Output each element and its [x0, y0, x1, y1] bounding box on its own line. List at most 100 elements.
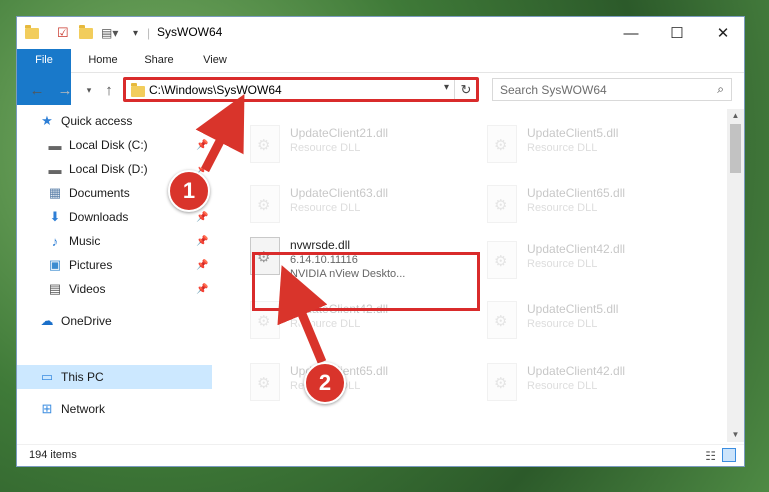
nav-quick-access[interactable]: ★ Quick access [39, 109, 234, 133]
step-2-badge: 2 [304, 362, 346, 404]
file-description: Resource DLL [527, 142, 598, 154]
dll-file-icon [250, 363, 280, 401]
file-description: Resource DLL [290, 318, 361, 330]
forward-arrow-icon[interactable]: → [55, 81, 75, 99]
large-icons-view-icon[interactable] [722, 448, 736, 462]
new-folder-icon[interactable] [79, 24, 93, 42]
nav-label: Videos [69, 282, 106, 296]
dll-file-icon [487, 125, 517, 163]
vertical-scrollbar[interactable]: ▲ ▼ [727, 109, 744, 442]
step-1-badge: 1 [168, 170, 210, 212]
file-description: Resource DLL [527, 380, 598, 392]
dll-file-icon [487, 185, 517, 223]
file-description: Resource DLL [527, 258, 598, 270]
file-name: UpdateClient42.dll [527, 364, 626, 378]
file-item[interactable]: UpdateClient65.dll Resource DLL [238, 355, 458, 411]
pin-icon: 📌 [196, 211, 209, 223]
details-view-icon[interactable]: ☷ [705, 449, 716, 463]
file-name: UpdateClient5.dll [527, 126, 619, 140]
explorer-window: ☑ ▤▾ ▾ | SysWOW64 — ☐ ✕ File Home Share … [16, 16, 745, 467]
properties-icon[interactable]: ☑ [57, 24, 69, 42]
pin-icon: 📌 [196, 139, 209, 151]
nav-this-pc[interactable]: ▭ This PC [17, 365, 212, 389]
recent-locations-icon[interactable]: ▾ [79, 81, 99, 99]
maximize-button[interactable]: ☐ [654, 17, 700, 49]
file-item[interactable]: UpdateClient65.dll Resource DLL [475, 177, 695, 233]
file-name: UpdateClient42.dll [527, 242, 626, 256]
nav-label: Downloads [69, 210, 129, 224]
close-button[interactable]: ✕ [700, 17, 746, 49]
nav-label: Quick access [61, 114, 133, 128]
nav-label: Music [69, 234, 101, 248]
file-name: UpdateClient63.dll [290, 186, 389, 200]
navigation-pane: ★ Quick access ▬ Local Disk (C:) 📌 ▬ Loc… [17, 109, 212, 442]
customize-toolbar-icon[interactable]: ▤▾ [101, 24, 118, 42]
nav-label: Pictures [69, 258, 113, 272]
music-icon: ♪ [51, 233, 59, 249]
videos-icon: ▤ [48, 281, 62, 296]
tab-view[interactable]: View [191, 49, 239, 72]
file-list: UpdateClient21.dll Resource DLL UpdateCl… [212, 109, 727, 442]
dll-file-icon [250, 125, 280, 163]
nav-network[interactable]: ⊞ Network [17, 397, 212, 421]
search-icon: ⌕ [717, 82, 724, 96]
scroll-down-icon[interactable]: ▼ [727, 428, 744, 442]
file-item[interactable]: UpdateClient42.dll Resource DLL [475, 355, 695, 411]
file-highlight-box [252, 252, 480, 311]
file-item[interactable]: UpdateClient5.dll Resource DLL [475, 117, 695, 173]
search-input[interactable]: Search SysWOW64 ⌕ [492, 78, 732, 101]
search-placeholder: Search SysWOW64 [500, 83, 607, 97]
download-icon: ⬇ [49, 209, 61, 224]
pictures-icon: ▣ [48, 257, 62, 272]
back-arrow-icon[interactable]: ← [27, 81, 47, 99]
nav-label: Network [61, 402, 106, 416]
file-item[interactable]: UpdateClient21.dll Resource DLL [238, 117, 458, 173]
drive-icon: ▬ [48, 137, 62, 153]
scroll-thumb[interactable] [730, 124, 741, 173]
documents-icon: ▦ [48, 185, 62, 200]
up-arrow-icon[interactable]: ↑ [99, 81, 119, 99]
nav-onedrive[interactable]: ☁ OneDrive [17, 309, 212, 333]
file-description: Resource DLL [290, 142, 361, 154]
dll-file-icon [487, 241, 517, 279]
quick-access-dropdown-icon[interactable]: ▾ [133, 24, 138, 42]
nav-pictures[interactable]: ▣ Pictures 📌 [17, 253, 212, 277]
minimize-button[interactable]: — [608, 17, 654, 49]
address-highlight-box [123, 77, 479, 102]
file-item[interactable]: UpdateClient5.dll Resource DLL [475, 293, 695, 349]
pin-icon: 📌 [196, 283, 209, 295]
window-title: SysWOW64 [157, 25, 223, 39]
nav-label: This PC [61, 370, 104, 384]
pin-icon: 📌 [196, 235, 209, 247]
file-description: Resource DLL [527, 318, 598, 330]
folder-icon [25, 24, 39, 42]
scroll-up-icon[interactable]: ▲ [727, 109, 744, 123]
tab-home[interactable]: Home [79, 49, 127, 72]
file-name: UpdateClient21.dll [290, 126, 389, 140]
dll-file-icon [487, 301, 517, 339]
pin-icon: 📌 [196, 259, 209, 271]
tab-share[interactable]: Share [135, 49, 183, 72]
drive-icon: ▬ [48, 161, 62, 177]
network-icon: ⊞ [41, 401, 53, 416]
file-description: Resource DLL [527, 202, 598, 214]
nav-music[interactable]: ♪ Music 📌 [17, 229, 212, 253]
ribbon-tabs: File Home Share View [17, 49, 744, 105]
file-description: Resource DLL [290, 202, 361, 214]
navigation-bar: ← → ▾ ↑ C:\Windows\SysWOW64 ▾ ↻ Search S… [17, 72, 744, 109]
item-count: 194 items [29, 449, 77, 461]
nav-local-disk-c[interactable]: ▬ Local Disk (C:) 📌 [17, 133, 212, 157]
title-bar: ☑ ▤▾ ▾ | SysWOW64 — ☐ ✕ [17, 17, 744, 49]
file-name: nvwrsde.dll [290, 238, 351, 252]
cloud-icon: ☁ [40, 313, 54, 328]
nav-label: Documents [69, 186, 130, 200]
nav-label: Local Disk (C:) [69, 138, 148, 152]
file-name: UpdateClient65.dll [527, 186, 626, 200]
file-item[interactable]: UpdateClient42.dll Resource DLL [475, 233, 695, 289]
nav-label: Local Disk (D:) [69, 162, 148, 176]
file-item[interactable]: UpdateClient63.dll Resource DLL [238, 177, 458, 233]
dll-file-icon [487, 363, 517, 401]
nav-videos[interactable]: ▤ Videos 📌 [17, 277, 212, 301]
file-name: UpdateClient5.dll [527, 302, 619, 316]
status-bar: 194 items ☷ [17, 444, 744, 467]
